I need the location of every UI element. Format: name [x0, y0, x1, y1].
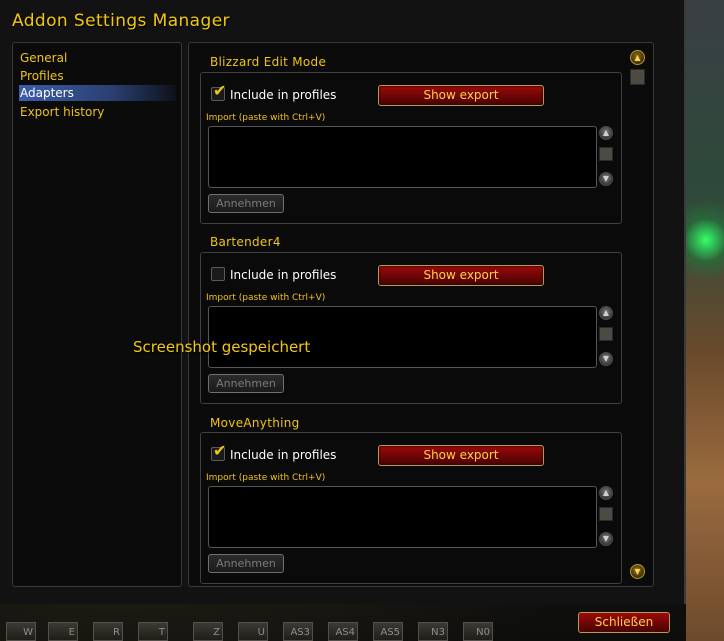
action-slot[interactable]: E — [48, 622, 78, 641]
include-label: Include in profiles — [230, 88, 337, 102]
nav-item-adapters[interactable]: Adapters — [19, 85, 176, 101]
include-checkbox[interactable] — [211, 267, 225, 281]
nav-item-profiles[interactable]: Profiles — [19, 68, 176, 84]
import-scrollbar[interactable]: ▲ ▼ — [599, 126, 613, 188]
nav-panel: General Profiles Adapters Export history — [12, 42, 182, 587]
game-world-edge — [686, 0, 724, 641]
panel-scroll-down-icon[interactable]: ▼ — [630, 564, 645, 579]
include-checkbox[interactable]: ✔ — [211, 83, 226, 101]
show-export-button[interactable]: Show export — [378, 445, 544, 466]
screenshot-saved-message: Screenshot gespeichert — [133, 338, 311, 356]
action-slot[interactable]: Z — [193, 622, 223, 641]
scroll-up-icon[interactable]: ▲ — [599, 126, 613, 140]
show-export-button[interactable]: Show export — [378, 265, 544, 286]
action-slot[interactable]: AS3 — [283, 622, 313, 641]
action-slot[interactable]: N3 — [418, 622, 448, 641]
scroll-thumb[interactable] — [599, 147, 613, 161]
show-export-button[interactable]: Show export — [378, 85, 544, 106]
section-title-bartender4: Bartender4 — [210, 235, 281, 249]
action-slot[interactable]: AS4 — [328, 622, 358, 641]
include-label: Include in profiles — [230, 448, 337, 462]
action-slot[interactable]: U — [238, 622, 268, 641]
action-slot[interactable]: N0 — [463, 622, 493, 641]
action-bar: W E R T Z U AS3 AS4 AS5 N3 N0 — [0, 622, 560, 641]
adapter-group-bartender4: Include in profiles Show export Import (… — [200, 252, 622, 404]
import-label: Import (paste with Ctrl+V) — [206, 473, 326, 483]
import-label: Import (paste with Ctrl+V) — [206, 293, 326, 303]
scroll-down-icon[interactable]: ▼ — [599, 172, 613, 186]
import-textarea[interactable] — [208, 486, 597, 548]
panel-scroll-thumb[interactable] — [630, 69, 645, 85]
adapter-group-moveanything: ✔ Include in profiles Show export Import… — [200, 432, 622, 584]
section-title-blizzard-edit-mode: Blizzard Edit Mode — [210, 55, 327, 69]
accept-button[interactable]: Annehmen — [208, 194, 284, 213]
checkmark-icon: ✔ — [213, 441, 227, 460]
window-title: Addon Settings Manager — [12, 11, 230, 31]
close-button[interactable]: Schließen — [578, 612, 670, 633]
scroll-thumb[interactable] — [599, 327, 613, 341]
checkmark-icon: ✔ — [213, 81, 227, 100]
nav-item-export-history[interactable]: Export history — [19, 104, 176, 120]
nav-item-general[interactable]: General — [19, 50, 176, 66]
import-scrollbar[interactable]: ▲ ▼ — [599, 306, 613, 368]
scroll-down-icon[interactable]: ▼ — [599, 352, 613, 366]
adapter-group-blizzard-edit-mode: ✔ Include in profiles Show export Import… — [200, 72, 622, 224]
scroll-up-icon[interactable]: ▲ — [599, 486, 613, 500]
include-checkbox[interactable]: ✔ — [211, 443, 226, 461]
green-glow — [686, 200, 724, 290]
import-label: Import (paste with Ctrl+V) — [206, 113, 326, 123]
import-textarea[interactable] — [208, 126, 597, 188]
scroll-thumb[interactable] — [599, 507, 613, 521]
action-slot[interactable]: T — [138, 622, 168, 641]
accept-button[interactable]: Annehmen — [208, 554, 284, 573]
accept-button[interactable]: Annehmen — [208, 374, 284, 393]
settings-window: Addon Settings Manager General Profiles … — [0, 0, 686, 604]
action-slot[interactable]: AS5 — [373, 622, 403, 641]
include-label: Include in profiles — [230, 268, 337, 282]
import-scrollbar[interactable]: ▲ ▼ — [599, 486, 613, 548]
action-slot[interactable]: R — [93, 622, 123, 641]
section-title-moveanything: MoveAnything — [210, 416, 300, 430]
panel-scroll-up-icon[interactable]: ▲ — [630, 50, 645, 65]
scroll-up-icon[interactable]: ▲ — [599, 306, 613, 320]
import-textarea[interactable] — [208, 306, 597, 368]
scroll-down-icon[interactable]: ▼ — [599, 532, 613, 546]
action-slot[interactable]: W — [6, 622, 36, 641]
